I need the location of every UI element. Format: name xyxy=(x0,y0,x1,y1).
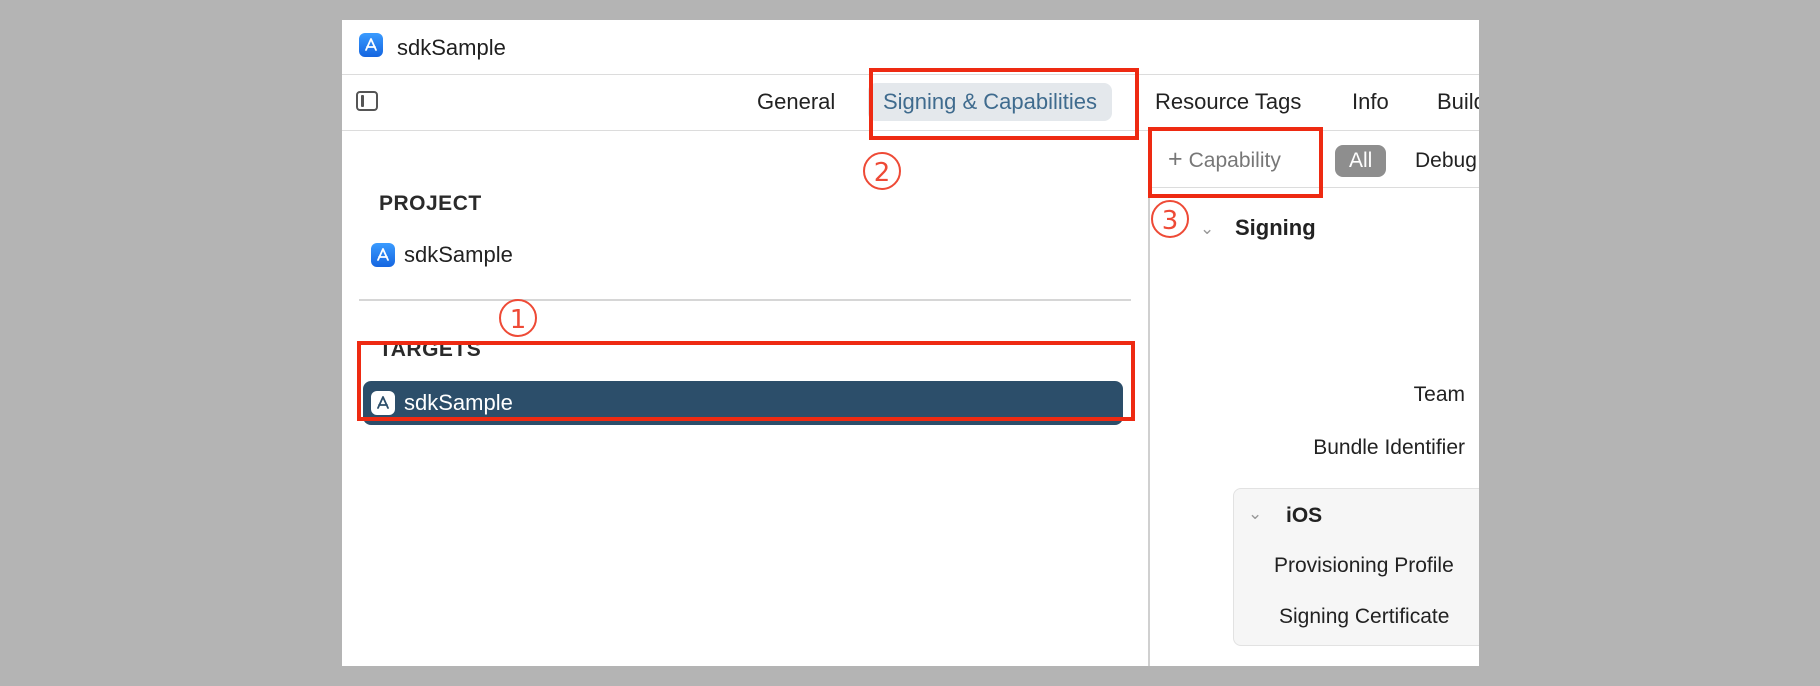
highlight-box-targets xyxy=(357,341,1135,421)
step-marker-1: 1 xyxy=(499,299,537,337)
team-label: Team xyxy=(1413,383,1465,406)
step-marker-3: 3 xyxy=(1151,200,1189,238)
window-title: sdkSample xyxy=(397,35,506,60)
provisioning-profile-label: Provisioning Profile xyxy=(1274,554,1454,577)
signing-certificate-label: Signing Certificate xyxy=(1279,605,1450,628)
tab-info[interactable]: Info xyxy=(1352,89,1389,115)
project-item-label: sdkSample xyxy=(404,242,513,267)
signing-section-title: Signing xyxy=(1235,215,1316,240)
tab-build[interactable]: Build xyxy=(1437,89,1479,115)
signing-capabilities-pane: + Capability All Debug ⌄ Signing Team Bun… xyxy=(1150,131,1479,666)
bundle-identifier-label: Bundle Identifier xyxy=(1313,436,1465,459)
filter-all-button[interactable]: All xyxy=(1335,145,1387,177)
highlight-box-capability xyxy=(1148,127,1323,198)
sidebar-toggle-icon[interactable] xyxy=(356,91,378,111)
ios-signing-group: ⌄ iOS Provisioning Profile Signing Certi… xyxy=(1233,488,1479,646)
xcode-window: sdkSample General Signing & Capabilities… xyxy=(342,20,1479,666)
step-marker-2: 2 xyxy=(863,152,901,190)
project-section-header: PROJECT xyxy=(379,192,482,215)
ios-section-title: iOS xyxy=(1286,504,1323,527)
app-store-icon xyxy=(371,243,395,267)
app-store-icon xyxy=(359,33,383,57)
highlight-box-signing-tab xyxy=(869,68,1139,140)
tab-resource-tags[interactable]: Resource Tags xyxy=(1155,89,1301,115)
section-divider xyxy=(359,299,1131,301)
project-item-sdksample[interactable]: sdkSample xyxy=(363,233,1123,277)
chevron-down-icon[interactable]: ⌄ xyxy=(1200,219,1214,239)
chevron-down-icon[interactable]: ⌄ xyxy=(1248,504,1262,524)
tab-general[interactable]: General xyxy=(757,89,835,115)
title-bar: sdkSample xyxy=(342,20,1479,75)
filter-debug-button[interactable]: Debug xyxy=(1415,149,1477,173)
